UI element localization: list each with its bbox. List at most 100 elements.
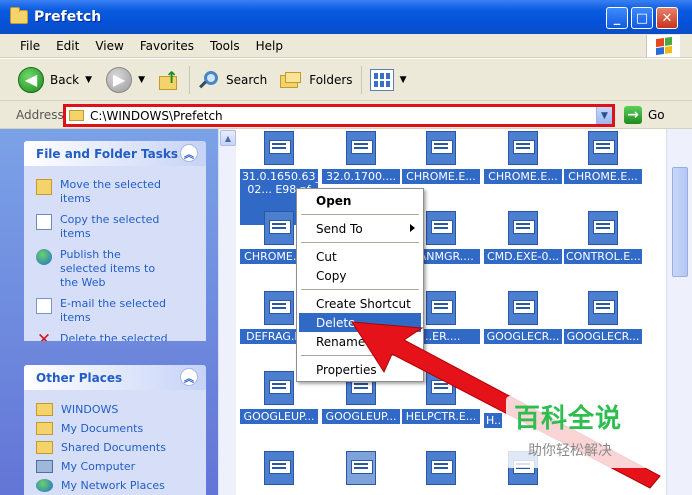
scroll-up-icon[interactable]: ▲	[220, 130, 236, 146]
place-my-documents[interactable]: My Documents	[24, 419, 206, 438]
maximize-button[interactable]: □	[631, 7, 653, 29]
file-icon	[426, 131, 456, 165]
menu-item-delete[interactable]: Delete	[299, 313, 421, 332]
file-icon	[264, 131, 294, 165]
menu-tools[interactable]: Tools	[202, 39, 248, 53]
place-label: My Network Places	[61, 479, 165, 492]
address-value: C:\WINDOWS\Prefetch	[90, 108, 223, 123]
file-icon	[426, 291, 456, 325]
file-item[interactable]: 32.0.1700....	[322, 131, 400, 191]
task-label: Publish the selected items to the Web	[60, 248, 156, 289]
watermark-subtitle: 助你轻松解决	[528, 443, 612, 459]
file-name: 32.0.1700....	[322, 169, 400, 184]
panel-header[interactable]: File and Folder Tasks ︽	[24, 141, 206, 166]
place-windows[interactable]: WINDOWS	[24, 400, 206, 419]
file-name: GOOGLECR...	[564, 329, 642, 344]
place-my-computer[interactable]: My Computer	[24, 457, 206, 476]
file-icon	[588, 211, 618, 245]
task-label: Copy the selected items	[60, 213, 160, 240]
place-shared-documents[interactable]: Shared Documents	[24, 438, 206, 457]
search-button[interactable]: Search	[198, 69, 267, 91]
context-menu: Open Send To Cut Copy Create Shortcut De…	[296, 188, 424, 382]
folders-button[interactable]: Folders	[279, 69, 353, 91]
delete-icon: ✕	[36, 330, 52, 342]
task-copy[interactable]: Copy the selected items	[24, 209, 206, 244]
settings-file-icon	[346, 451, 376, 485]
collapse-chevron-icon[interactable]: ︽	[180, 368, 198, 386]
close-button[interactable]: ✕	[656, 7, 678, 29]
menu-item-rename[interactable]: Rename	[299, 332, 421, 351]
file-name: CMD.EXE-0...	[484, 249, 562, 264]
menu-favorites[interactable]: Favorites	[132, 39, 202, 53]
panel-header[interactable]: Other Places ︽	[24, 365, 206, 390]
file-item[interactable]: CONTROL.E...	[564, 211, 642, 271]
file-name: H...	[484, 413, 502, 428]
window-title: Prefetch	[34, 9, 102, 25]
file-item[interactable]: CHROME.E...	[564, 131, 642, 191]
search-label: Search	[225, 72, 268, 87]
menu-divider	[301, 289, 419, 290]
file-item[interactable]: H...	[484, 371, 502, 431]
task-publish[interactable]: Publish the selected items to the Web	[24, 244, 206, 293]
address-input[interactable]: C:\WINDOWS\Prefetch ▼	[63, 104, 615, 127]
task-email[interactable]: E-mail the selected items	[24, 293, 206, 328]
file-item[interactable]: GOOGLECR...	[484, 291, 562, 351]
file-item[interactable]	[240, 451, 318, 495]
menu-file[interactable]: File	[12, 39, 48, 53]
minimize-button[interactable]: _	[606, 7, 628, 29]
file-item[interactable]: GOOGLECR...	[564, 291, 642, 351]
task-move[interactable]: Move the selected items	[24, 174, 206, 209]
file-item[interactable]	[402, 451, 480, 495]
file-icon	[508, 131, 538, 165]
mail-icon	[36, 298, 52, 314]
globe-icon	[36, 249, 52, 265]
forward-button[interactable]: ▶ ▼	[106, 66, 145, 93]
chevron-down-icon[interactable]: ▼	[138, 75, 145, 85]
forward-arrow-icon: ▶	[106, 66, 133, 93]
chevron-down-icon[interactable]: ▼	[400, 75, 407, 85]
views-button[interactable]: ▼	[369, 68, 407, 91]
file-item[interactable]: CHROME.E...	[484, 131, 562, 191]
place-label: WINDOWS	[61, 403, 119, 416]
task-delete[interactable]: ✕ Delete the selected items	[24, 328, 206, 342]
chevron-down-icon[interactable]: ▼	[596, 107, 612, 124]
file-icon	[264, 291, 294, 325]
collapse-chevron-icon[interactable]: ︽	[180, 144, 198, 162]
scrollbar-thumb[interactable]	[672, 167, 688, 277]
back-button[interactable]: ◀ Back ▼	[18, 66, 92, 93]
file-item[interactable]	[322, 451, 400, 495]
file-icon	[588, 131, 618, 165]
menu-help[interactable]: Help	[248, 39, 291, 53]
pane-scrollbar[interactable]: ▲	[218, 129, 236, 495]
menu-item-open[interactable]: Open	[299, 191, 421, 210]
go-label: Go	[648, 108, 665, 122]
place-label: Shared Documents	[61, 441, 166, 454]
file-name: GOOGLECR...	[484, 329, 562, 344]
file-item[interactable]: 31.0.1650.63_31.0.1650.57_CHR-02... E98.…	[240, 131, 318, 225]
folders-label: Folders	[309, 72, 353, 87]
menu-divider	[301, 214, 419, 215]
watermark-title: 百科全说	[514, 404, 623, 434]
menu-bar: File Edit View Favorites Tools Help	[0, 34, 692, 58]
documents-icon	[36, 422, 53, 435]
menu-item-copy[interactable]: Copy	[299, 266, 421, 285]
place-my-network-places[interactable]: My Network Places	[24, 476, 206, 495]
up-folder-button[interactable]: ↑	[153, 68, 181, 92]
file-name: GOOGLEUP...	[240, 409, 318, 424]
menu-item-send-to[interactable]: Send To	[299, 219, 421, 238]
chevron-down-icon[interactable]: ▼	[85, 75, 92, 85]
menu-item-create-shortcut[interactable]: Create Shortcut	[299, 294, 421, 313]
go-button[interactable]: → Go	[624, 106, 665, 124]
menu-edit[interactable]: Edit	[48, 39, 87, 53]
file-icon	[264, 211, 294, 245]
menu-item-cut[interactable]: Cut	[299, 247, 421, 266]
menu-view[interactable]: View	[87, 39, 131, 53]
menu-item-properties[interactable]: Properties	[299, 360, 421, 379]
file-item[interactable]: CMD.EXE-0...	[484, 211, 562, 271]
file-item[interactable]: CHROME.E...	[402, 131, 480, 191]
file-name: CONTROL.E...	[564, 249, 642, 264]
views-icon	[369, 68, 394, 91]
toolbar-divider	[188, 65, 190, 94]
toolbar-divider	[360, 65, 362, 94]
vertical-scrollbar[interactable]	[666, 129, 692, 495]
